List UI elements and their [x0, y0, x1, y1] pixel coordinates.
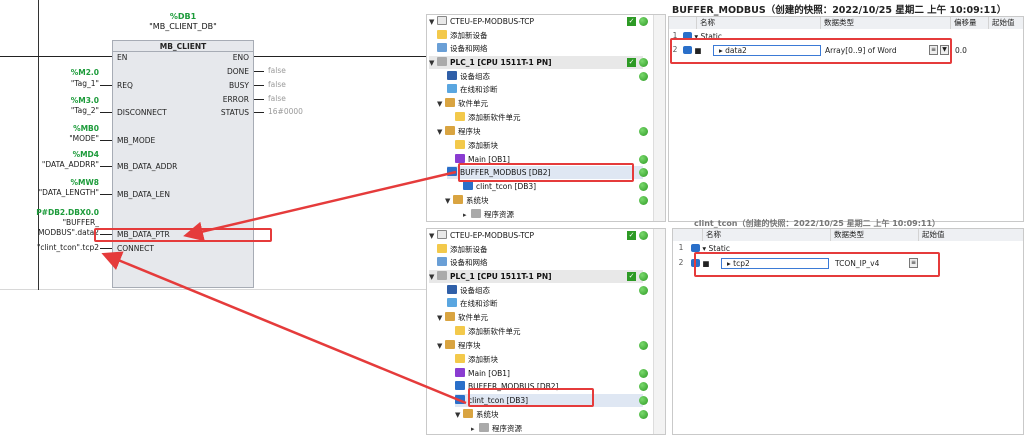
arrow-to-data-ptr — [183, 170, 457, 242]
arrow-to-connect — [101, 251, 467, 405]
annotation-arrows — [101, 170, 467, 405]
